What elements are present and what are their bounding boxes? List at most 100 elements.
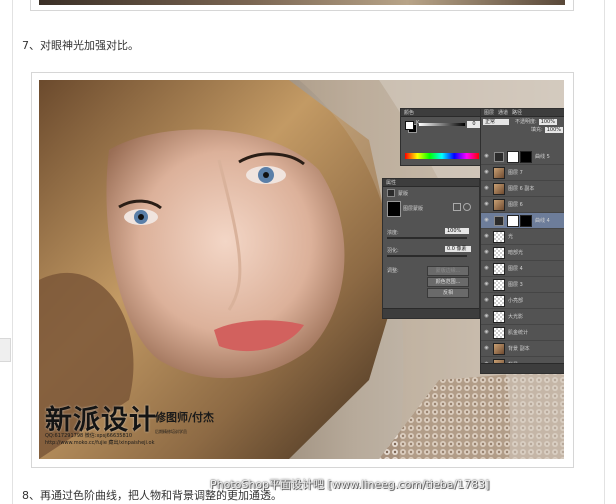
visibility-eye-icon[interactable]: ◉ [483,249,490,256]
layer-name: 曲线 4 [535,218,550,224]
blend-mode-select[interactable]: 正常 [483,118,509,125]
fg-bg-swatch[interactable] [405,121,417,133]
k-channel-value[interactable]: 0 [467,121,481,128]
layer-row[interactable]: ◉ 图层 3 [481,277,564,293]
tab-layers[interactable]: 图层 [484,109,494,116]
layer-name: 曲线 5 [535,154,550,160]
invert-button[interactable]: 反相 [427,288,469,298]
visibility-eye-icon[interactable]: ◉ [483,233,490,240]
layer-row[interactable]: ◉ 光 [481,229,564,245]
pixel-mask-icon[interactable] [453,203,461,211]
density-label: 浓度: [387,230,399,236]
watermark-contact: QQ:617291798 微信:xpsj66635810 [45,433,133,439]
adjust-label: 调整: [387,268,399,274]
fill-label: 填充: [531,127,543,133]
color-panel[interactable]: 颜色 K 0 [400,108,486,166]
visibility-eye-icon[interactable]: ◉ [483,265,490,272]
layer-thumbnail[interactable] [493,198,505,211]
layer-name: 图层 6 [508,202,523,208]
mask-edge-button[interactable]: 蒙版边缘... [427,266,469,276]
layer-mask-thumbnail[interactable] [520,214,532,227]
layer-thumbnail[interactable] [507,150,519,163]
opacity-label: 不透明度: [515,119,537,125]
layer-name: 背景 副本 [508,346,530,352]
layer-thumbnail[interactable] [493,294,505,307]
layer-thumbnail[interactable] [493,262,505,275]
layer-mask-label: 图层蒙版 [403,206,424,212]
curves-adjustment-icon[interactable] [494,215,504,226]
layer-name: 图层 3 [508,282,523,288]
page-right-border [604,0,605,504]
color-panel-tabbar[interactable]: 颜色 [401,109,485,117]
layer-thumbnail[interactable] [493,230,505,243]
previous-photo-frame [30,0,574,11]
layer-name: 光 [508,234,514,240]
visibility-eye-icon[interactable]: ◉ [483,313,490,320]
density-field[interactable]: 100% [445,228,469,234]
visibility-eye-icon[interactable]: ◉ [483,297,490,304]
visibility-eye-icon[interactable]: ◉ [483,185,490,192]
layer-row[interactable]: ◉ 图层 7 [481,165,564,181]
tab-properties[interactable]: 属性 [386,179,396,186]
tab-paths[interactable]: 路径 [512,109,522,116]
k-channel-slider[interactable] [419,123,465,126]
layer-row[interactable]: ◉ 曲线 5 [481,149,564,165]
mask-icon [387,189,395,197]
layer-name: 图层 7 [508,170,523,176]
visibility-eye-icon[interactable]: ◉ [483,217,490,224]
layer-thumbnail[interactable] [493,326,505,339]
properties-panel[interactable]: 属性 蒙版 图层蒙版 浓度: 100% 羽化: 0.0 像素 调整: 蒙版边缘.… [382,178,480,319]
watermark-site: http://www.moko.cc/fujie 藏出/xinpaisheji.… [45,440,155,446]
layer-thumbnail[interactable] [493,278,505,291]
visibility-eye-icon[interactable]: ◉ [483,153,490,160]
layers-panel[interactable]: 图层 通道 路径 正常 不透明度: 100% 填充: 100% ◉ 曲线 5 ◉ 图层… [480,108,564,374]
opacity-field[interactable]: 100% [538,118,557,125]
visibility-eye-icon[interactable]: ◉ [483,281,490,288]
layer-name: 肌金统计 [508,330,529,336]
visibility-eye-icon[interactable]: ◉ [483,329,490,336]
layers-panel-footer[interactable] [481,363,564,373]
fill-field[interactable]: 100% [544,126,563,133]
density-slider[interactable] [387,237,467,239]
layer-list: ◉ 曲线 5 ◉ 图层 7 ◉ 图层 6 副本 ◉ 图层 6 ◉ 曲线 4 ◉ 光 ◉ 暗部光 ◉ 图层 4 ◉… [481,149,564,373]
side-collapse-tab[interactable] [0,338,11,362]
tab-channels[interactable]: 通道 [498,109,508,116]
properties-panel-footer[interactable] [383,308,479,318]
layer-row[interactable]: ◉ 背景 副本 [481,341,564,357]
tab-color[interactable]: 颜色 [404,109,414,116]
layer-thumbnail[interactable] [507,214,519,227]
layer-thumbnail[interactable] [493,310,505,323]
properties-panel-tabbar[interactable]: 属性 [383,179,479,187]
feather-field[interactable]: 0.0 像素 [445,246,471,252]
layer-thumbnail[interactable] [493,246,505,259]
layer-mask-thumbnail[interactable] [520,150,532,163]
color-range-button[interactable]: 颜色范围... [427,277,469,287]
step-7-caption: 7、对眼神光加强对比。 [22,39,139,52]
layer-row[interactable]: ◉ 曲线 4 [481,213,564,229]
layer-row[interactable]: ◉ 图层 4 [481,261,564,277]
retoucher-credit: 修图师/付杰 [155,411,215,424]
layer-row[interactable]: ◉ 大光影 [481,309,564,325]
color-spectrum-bar[interactable] [405,153,479,159]
curves-adjustment-icon[interactable] [494,151,504,162]
foreground-color-swatch[interactable] [405,121,414,130]
layers-panel-tabbar[interactable]: 图层 通道 路径 [481,109,564,117]
layer-name: 图层 6 副本 [508,186,535,192]
layer-thumbnail[interactable] [493,182,505,195]
visibility-eye-icon[interactable]: ◉ [483,169,490,176]
feather-slider[interactable] [387,255,467,257]
watermark-note: 后期精修培训学员 [155,429,187,434]
layer-row[interactable]: ◉ 小亮部 [481,293,564,309]
layer-row[interactable]: ◉ 图层 6 副本 [481,181,564,197]
layer-row[interactable]: ◉ 图层 6 [481,197,564,213]
mask-thumbnail[interactable] [387,201,401,217]
vector-mask-icon[interactable] [463,203,471,211]
visibility-eye-icon[interactable]: ◉ [483,201,490,208]
layer-thumbnail[interactable] [493,342,505,355]
layer-row[interactable]: ◉ 肌金统计 [481,325,564,341]
visibility-eye-icon[interactable]: ◉ [483,345,490,352]
layer-thumbnail[interactable] [493,166,505,179]
step-7-photo-frame: 颜色 K 0 图层 通道 路径 正常 不透明度: 100% 填充: 100% ◉… [31,72,574,468]
step-7-screenshot: 颜色 K 0 图层 通道 路径 正常 不透明度: 100% 填充: 100% ◉… [39,80,564,459]
layer-row[interactable]: ◉ 暗部光 [481,245,564,261]
